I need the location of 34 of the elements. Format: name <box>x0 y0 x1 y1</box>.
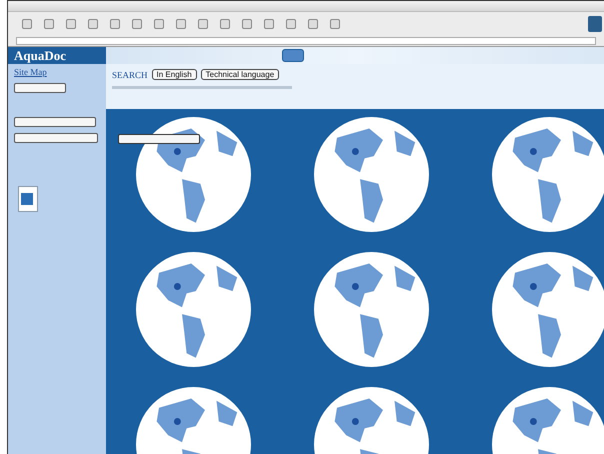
site-map-link[interactable]: Site Map <box>8 64 106 80</box>
dropdown[interactable] <box>14 83 66 93</box>
globe-icon <box>136 117 251 232</box>
globe-icon <box>314 117 429 232</box>
go-button[interactable] <box>282 49 304 62</box>
toolbar-button-icon[interactable] <box>66 19 76 29</box>
toolbar-button-icon[interactable] <box>220 19 230 29</box>
toolbar-button-icon[interactable] <box>132 19 142 29</box>
toolbar-button-icon[interactable] <box>308 19 318 29</box>
toolbar-button-icon[interactable] <box>330 19 340 29</box>
toolbar-button-icon[interactable] <box>44 19 54 29</box>
toolbar-button-icon[interactable] <box>264 19 274 29</box>
toolbar-button-icon[interactable] <box>154 19 164 29</box>
dropdown[interactable] <box>14 117 96 127</box>
search-label: SEARCH <box>112 70 148 80</box>
language-select[interactable]: In English <box>152 69 197 80</box>
dropdown[interactable] <box>14 133 98 143</box>
toolbar-button-icon[interactable] <box>110 19 120 29</box>
logo: AquaDoc <box>8 47 106 64</box>
globe-icon <box>136 252 251 367</box>
document-thumbnail[interactable] <box>18 186 38 212</box>
address-field[interactable] <box>16 37 596 45</box>
toolbar-button-icon[interactable] <box>22 19 32 29</box>
browser-logo-icon <box>588 16 602 32</box>
toolbar-button-icon[interactable] <box>198 19 208 29</box>
toolbar-button-icon[interactable] <box>88 19 98 29</box>
dropdown[interactable] <box>118 134 200 144</box>
globe-icon <box>492 252 604 367</box>
register-select[interactable]: Technical language <box>200 69 280 80</box>
globe-icon <box>314 252 429 367</box>
toolbar-button-icon[interactable] <box>242 19 252 29</box>
toolbar-button-icon[interactable] <box>176 19 186 29</box>
toolbar-button-icon[interactable] <box>286 19 296 29</box>
globe-icon <box>492 117 604 232</box>
